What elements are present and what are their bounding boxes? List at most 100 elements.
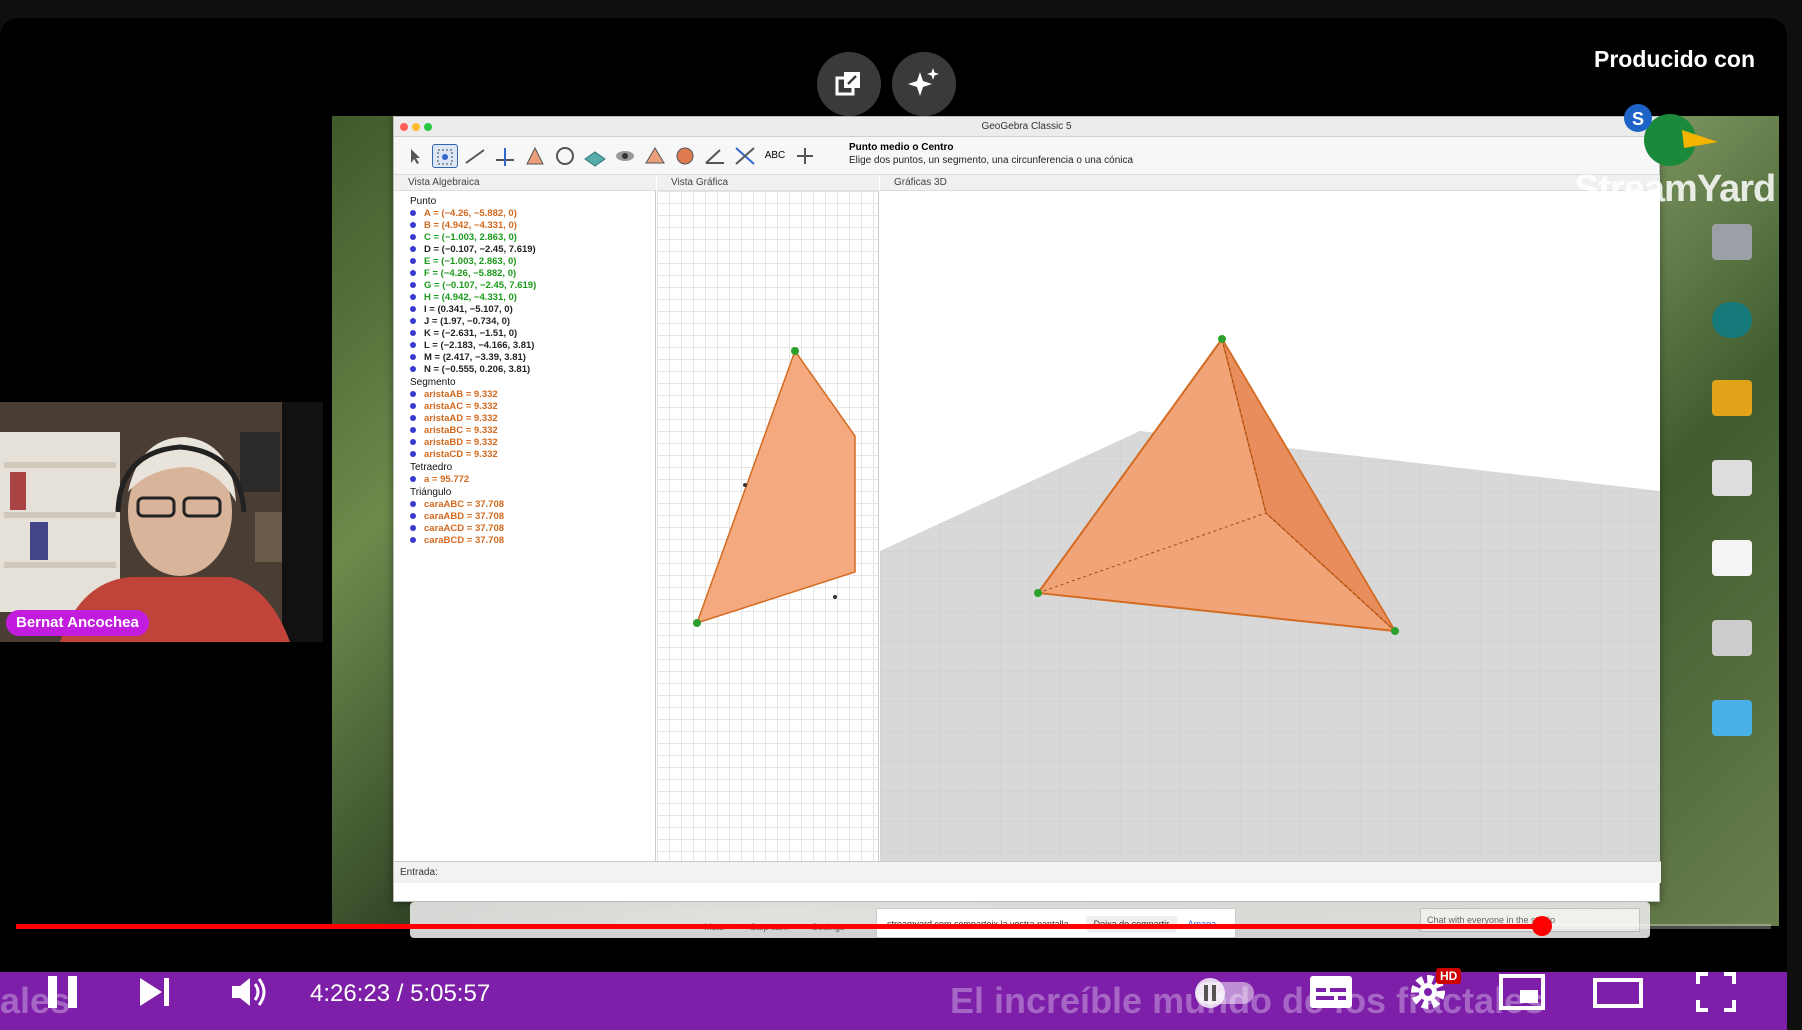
autoplay-toggle-icon[interactable] [1192, 970, 1260, 1014]
visibility-dot-icon[interactable] [410, 246, 416, 253]
algebra-item[interactable]: A = (−4.26, −5.882, 0) [410, 208, 655, 220]
algebra-group-header[interactable]: Tetraedro [410, 462, 655, 473]
midpoint-2d[interactable] [743, 483, 747, 487]
desktop-drive-icon[interactable] [1712, 224, 1752, 260]
visibility-dot-icon[interactable] [410, 330, 416, 337]
graphics-view-canvas[interactable] [657, 191, 879, 861]
time-machine-icon[interactable] [1712, 302, 1752, 338]
algebra-item[interactable]: caraABC = 37.708 [410, 499, 655, 511]
visibility-dot-icon[interactable] [410, 439, 416, 446]
algebra-item[interactable]: caraBCD = 37.708 [410, 535, 655, 547]
algebra-item[interactable]: L = (−2.183, −4.166, 3.81) [410, 340, 655, 352]
miniplayer-icon[interactable] [1498, 970, 1546, 1014]
visibility-dot-icon[interactable] [410, 537, 416, 544]
visibility-dot-icon[interactable] [410, 366, 416, 373]
visibility-dot-icon[interactable] [410, 403, 416, 410]
algebra-item[interactable]: E = (−1.003, 2.863, 0) [410, 256, 655, 268]
visibility-dot-icon[interactable] [410, 427, 416, 434]
text-tool-icon[interactable]: ABC [762, 144, 788, 168]
triangle-2d-shape[interactable] [695, 349, 856, 625]
vertex-b[interactable] [1391, 627, 1399, 635]
algebra-item[interactable]: aristaAC = 9.332 [410, 401, 655, 413]
next-icon[interactable] [136, 970, 176, 1014]
subtitles-icon[interactable] [1308, 970, 1356, 1014]
algebra-item[interactable]: aristaCD = 9.332 [410, 449, 655, 461]
ai-sparkles-button[interactable] [892, 52, 956, 116]
progress-bar-played[interactable] [16, 924, 1543, 929]
folder-icon[interactable] [1712, 380, 1752, 416]
visibility-dot-icon[interactable] [410, 391, 416, 398]
visibility-dot-icon[interactable] [410, 210, 416, 217]
visibility-dot-icon[interactable] [410, 513, 416, 520]
visibility-dot-icon[interactable] [410, 234, 416, 241]
video-player[interactable]: GeoGebra Classic 5 ABC Punto medio o Cen… [0, 18, 1787, 1030]
algebra-item[interactable]: H = (4.942, −4.331, 0) [410, 292, 655, 304]
visibility-dot-icon[interactable] [410, 501, 416, 508]
point-2d-top[interactable] [791, 347, 799, 355]
point-2d-bottom[interactable] [693, 619, 701, 627]
volume-icon[interactable] [228, 970, 272, 1014]
algebra-item[interactable]: aristaBC = 9.332 [410, 425, 655, 437]
visibility-dot-icon[interactable] [410, 258, 416, 265]
move-view-tool-icon[interactable] [792, 144, 818, 168]
visibility-dot-icon[interactable] [410, 282, 416, 289]
algebra-item[interactable]: F = (−4.26, −5.882, 0) [410, 268, 655, 280]
algebra-group-header[interactable]: Segmento [410, 377, 655, 388]
midpoint-2d-b[interactable] [833, 595, 837, 599]
circle-tool-icon[interactable] [552, 144, 578, 168]
algebra-item[interactable]: D = (−0.107, −2.45, 7.619) [410, 244, 655, 256]
visibility-dot-icon[interactable] [410, 451, 416, 458]
polygon-tool-icon[interactable] [522, 144, 548, 168]
reflect-tool-icon[interactable] [732, 144, 758, 168]
algebra-item[interactable]: B = (4.942, −4.331, 0) [410, 220, 655, 232]
algebra-item[interactable]: aristaAD = 9.332 [410, 413, 655, 425]
excel-file-icon[interactable] [1712, 460, 1752, 496]
graphics-view[interactable] [657, 191, 879, 861]
algebra-item[interactable]: K = (−2.631, −1.51, 0) [410, 328, 655, 340]
move-tool-icon[interactable] [402, 144, 428, 168]
vertex-a[interactable] [1034, 589, 1042, 597]
intersect-tool-icon[interactable] [612, 144, 638, 168]
theater-mode-icon[interactable] [1592, 970, 1644, 1014]
algebra-item[interactable]: a = 95.772 [410, 474, 655, 486]
visibility-dot-icon[interactable] [410, 294, 416, 301]
visibility-dot-icon[interactable] [410, 415, 416, 422]
pyramid-tool-icon[interactable] [642, 144, 668, 168]
close-dot-icon[interactable] [400, 123, 408, 131]
algebra-item[interactable]: I = (0.341, −5.107, 0) [410, 304, 655, 316]
algebra-item[interactable]: J = (1.97, −0.734, 0) [410, 316, 655, 328]
algebra-view-header[interactable]: Vista Algebraica [394, 175, 656, 191]
algebra-item[interactable]: aristaBD = 9.332 [410, 437, 655, 449]
algebra-group-header[interactable]: Punto [410, 196, 655, 207]
open-external-button[interactable] [817, 52, 881, 116]
visibility-dot-icon[interactable] [410, 476, 416, 483]
angle-tool-icon[interactable] [702, 144, 728, 168]
visibility-dot-icon[interactable] [410, 342, 416, 349]
graphics-3d-header[interactable]: Gráficas 3D [880, 175, 1660, 191]
plane-tool-icon[interactable] [582, 144, 608, 168]
algebra-item[interactable]: aristaAB = 9.332 [410, 389, 655, 401]
visibility-dot-icon[interactable] [410, 306, 416, 313]
minimize-dot-icon[interactable] [412, 123, 420, 131]
maximize-dot-icon[interactable] [424, 123, 432, 131]
algebra-item[interactable]: C = (−1.003, 2.863, 0) [410, 232, 655, 244]
pause-icon[interactable] [44, 970, 84, 1014]
visibility-dot-icon[interactable] [410, 354, 416, 361]
algebra-item[interactable]: caraABD = 37.708 [410, 511, 655, 523]
algebra-item[interactable]: N = (−0.555, 0.206, 3.81) [410, 364, 655, 376]
input-bar[interactable]: Entrada: [394, 861, 1661, 883]
graphics-view-header[interactable]: Vista Gráfica [657, 175, 879, 191]
graphics-3d-canvas[interactable] [880, 191, 1660, 861]
algebra-item[interactable]: G = (−0.107, −2.45, 7.619) [410, 280, 655, 292]
visibility-dot-icon[interactable] [410, 318, 416, 325]
visibility-dot-icon[interactable] [410, 270, 416, 277]
algebra-item[interactable]: caraACD = 37.708 [410, 523, 655, 535]
algebra-item[interactable]: M = (2.417, −3.39, 3.81) [410, 352, 655, 364]
perpendicular-tool-icon[interactable] [492, 144, 518, 168]
document-icon[interactable] [1712, 540, 1752, 576]
line-tool-icon[interactable] [462, 144, 488, 168]
sphere-tool-icon[interactable] [672, 144, 698, 168]
fullscreen-icon[interactable] [1694, 970, 1738, 1014]
blue-folder-icon[interactable] [1712, 700, 1752, 736]
visibility-dot-icon[interactable] [410, 222, 416, 229]
